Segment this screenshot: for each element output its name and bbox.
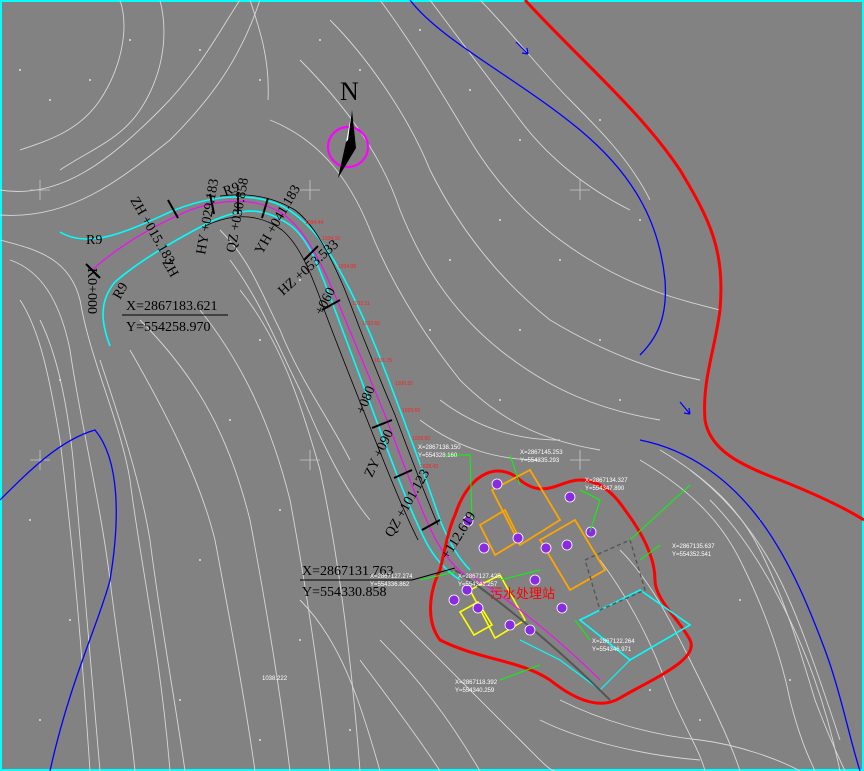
- site-coord-6-y: Y=554336.862: [370, 582, 410, 588]
- svg-text:1030.55: 1030.55: [395, 381, 413, 387]
- svg-text:1034.10: 1034.10: [322, 236, 340, 242]
- site-coord-1-x: X=2867138.150: [418, 445, 461, 451]
- svg-text:1028.43: 1028.43: [420, 464, 438, 470]
- site-coord-8-x: X=2867118.392: [455, 680, 498, 686]
- drawing-frame: [0, 0, 864, 771]
- site-coord-5-x: X=2867127.425: [458, 574, 501, 580]
- svg-text:1033.11: 1033.11: [352, 301, 370, 307]
- site-coord-3-y: Y=554347.890: [585, 486, 625, 492]
- site-coord-7-x: X=2867122.264: [592, 639, 635, 645]
- flow-arrows: [515, 41, 691, 415]
- station-yh-041-183: YH +041.183: [252, 183, 304, 257]
- contour-lines: [0, 0, 846, 771]
- river-right: [639, 439, 861, 771]
- site-coord-1-y: Y=554328.160: [418, 453, 458, 459]
- svg-text:1032.65: 1032.65: [362, 321, 380, 327]
- coordinate-leaders: [419, 454, 691, 681]
- road-edge-inner: [102, 210, 461, 581]
- start-coord-x: X=2867183.621: [126, 299, 218, 314]
- site-coord-4-x: X=2867135.637: [672, 544, 715, 550]
- river-top: [409, 0, 667, 356]
- svg-text:1028.50: 1028.50: [412, 436, 430, 442]
- station-112-619: +112.619: [439, 509, 480, 562]
- site-coord-3-x: X=2867134.327: [585, 478, 628, 484]
- site-coord-6-x: X=2867127.274: [370, 574, 413, 580]
- station-zy-090: ZY +090: [362, 428, 397, 480]
- radius-label-r9-a: R9: [86, 233, 102, 248]
- svg-text:1034.08: 1034.08: [338, 264, 356, 270]
- svg-text:1031.75: 1031.75: [374, 358, 392, 364]
- site-name: 污水处理站: [490, 587, 555, 602]
- site-coord-4-y: Y=554352.541: [672, 552, 712, 558]
- cad-map-canvas[interactable]: N K0+000 R9 R9 ZH +015.183 HY +029.183 Q…: [0, 0, 864, 771]
- site-coord-8-y: Y=554340.259: [455, 688, 495, 694]
- station-080: +080: [354, 384, 379, 416]
- topographic-map[interactable]: N K0+000 R9 R9 ZH +015.183 HY +029.183 Q…: [0, 0, 864, 771]
- svg-text:1038.222: 1038.222: [262, 676, 288, 682]
- north-label: N: [340, 77, 359, 106]
- project-boundary: [523, 0, 864, 522]
- svg-text:1034.44: 1034.44: [305, 220, 323, 226]
- station-hy-029-183: HY +029.183: [194, 178, 222, 256]
- svg-text:1029.69: 1029.69: [402, 408, 420, 414]
- site-coord-2-y: Y=554335.293: [520, 458, 560, 464]
- start-coordinate: X=2867183.621 Y=554258.970: [122, 299, 228, 335]
- station-k0-000: K0+000: [84, 268, 99, 314]
- rivers: [0, 0, 861, 771]
- site-coord-7-y: Y=554346.971: [592, 647, 632, 653]
- north-arrow: N: [326, 77, 370, 178]
- site-coord-2-x: X=2867145.253: [520, 450, 563, 456]
- start-coord-y: Y=554258.970: [126, 320, 211, 335]
- river-left: [0, 429, 117, 771]
